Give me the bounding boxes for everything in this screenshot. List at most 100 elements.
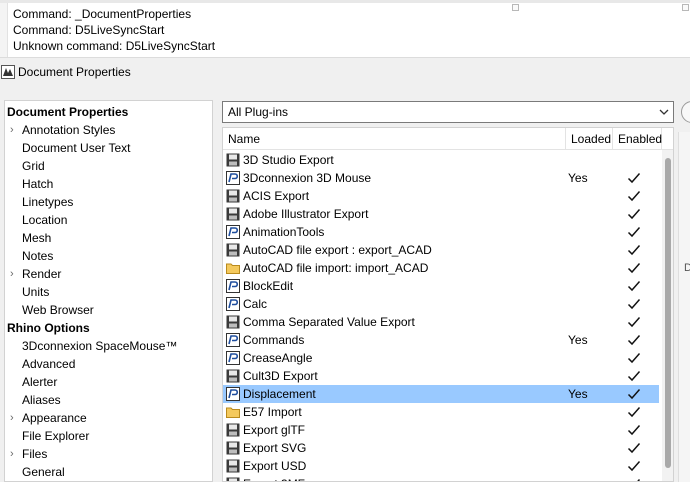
enabled-check-icon[interactable] xyxy=(627,226,641,238)
plugin-row[interactable]: Export SVG xyxy=(223,439,659,457)
tree-item[interactable]: Web Browser xyxy=(22,301,94,319)
window-box-icon[interactable] xyxy=(512,4,519,11)
enabled-check-icon[interactable] xyxy=(627,424,641,436)
tree-item[interactable]: General xyxy=(22,463,65,481)
plugin-row[interactable]: Displacement Yes xyxy=(223,385,659,403)
tree-item[interactable]: Document User Text xyxy=(22,139,131,157)
tree-item[interactable]: Appearance xyxy=(22,409,87,427)
plugin-row[interactable]: Cult3D Export xyxy=(223,367,659,385)
plugin-loaded-status: Yes xyxy=(568,171,588,185)
column-header-enabled[interactable]: Enabled xyxy=(613,128,662,150)
tree-item[interactable]: Notes xyxy=(22,247,53,265)
enabled-check-icon[interactable] xyxy=(627,370,641,382)
chevron-right-icon[interactable]: › xyxy=(10,409,19,427)
enabled-check-icon[interactable] xyxy=(627,406,641,418)
plugin-row[interactable]: 3D Studio Export xyxy=(223,151,659,169)
tree-item[interactable]: Location xyxy=(22,211,67,229)
plugin-row[interactable]: Adobe Illustrator Export xyxy=(223,205,659,223)
enabled-check-icon[interactable] xyxy=(627,244,641,256)
chevron-right-icon[interactable]: › xyxy=(10,445,19,463)
tree-section-heading[interactable]: Document Properties xyxy=(7,103,128,121)
plugin-loaded-status: Yes xyxy=(568,333,588,347)
command-history-line: Command: D5LiveSyncStart xyxy=(13,23,165,37)
plugin-row[interactable]: E57 Import xyxy=(223,403,659,421)
plugin-name: Calc xyxy=(243,297,268,311)
plugin-row[interactable]: Commands Yes xyxy=(223,331,659,349)
command-history-line: Unknown command: D5LiveSyncStart xyxy=(13,39,216,53)
disk-icon xyxy=(226,153,240,167)
plugin-list[interactable]: Name Loaded Enabled 3D Studio Export 3Dco… xyxy=(222,127,674,482)
column-header-name[interactable]: Name xyxy=(223,128,566,150)
column-header-loaded[interactable]: Loaded xyxy=(566,128,613,150)
search-button[interactable] xyxy=(681,101,690,123)
tree-item[interactable]: Linetypes xyxy=(22,193,73,211)
tree-item[interactable]: Render xyxy=(22,265,61,283)
plugin-row[interactable]: AnimationTools xyxy=(223,223,659,241)
tree-item[interactable]: Annotation Styles xyxy=(22,121,115,139)
plugin-row[interactable]: Calc xyxy=(223,295,659,313)
plugin-row[interactable]: AutoCAD file export : export_ACAD xyxy=(223,241,659,259)
tree-item[interactable]: Mesh xyxy=(22,229,51,247)
plugin-list-scrollbar-thumb[interactable] xyxy=(665,158,671,468)
plugin-name: Export SVG xyxy=(243,441,307,455)
window-box-icon[interactable] xyxy=(682,4,689,11)
details-panel-label-fragment: D xyxy=(684,262,690,274)
plugin-row[interactable]: Export 3MF xyxy=(223,475,659,482)
enabled-check-icon[interactable] xyxy=(627,172,641,184)
plugin-icon xyxy=(226,225,240,239)
command-history-line: Command: _DocumentProperties xyxy=(13,7,192,21)
tree-item[interactable]: 3Dconnexion SpaceMouse™ xyxy=(22,337,177,355)
plugin-filter-dropdown[interactable]: All Plug-ins xyxy=(222,101,674,123)
tree-item[interactable]: Units xyxy=(22,283,49,301)
tree-item[interactable]: Grid xyxy=(22,157,45,175)
document-properties-titlebar: Document Properties xyxy=(0,58,690,88)
plugin-row[interactable]: Comma Separated Value Export xyxy=(223,313,659,331)
plugin-name: AutoCAD file export : export_ACAD xyxy=(243,243,432,257)
plugin-list-header: Name Loaded Enabled xyxy=(223,128,673,150)
plugin-icon xyxy=(226,171,240,185)
tree-item[interactable]: Alerter xyxy=(22,373,57,391)
plugin-row[interactable]: 3Dconnexion 3D Mouse Yes xyxy=(223,169,659,187)
enabled-check-icon[interactable] xyxy=(627,442,641,454)
chevron-right-icon[interactable]: › xyxy=(10,265,19,283)
disk-icon xyxy=(226,189,240,203)
enabled-check-icon[interactable] xyxy=(627,478,641,482)
plugin-name: Export USD xyxy=(243,459,307,473)
properties-tree[interactable]: Document Properties › Annotation Styles Doc… xyxy=(4,100,213,482)
disk-icon xyxy=(226,369,240,383)
tree-section-heading[interactable]: Rhino Options xyxy=(7,319,90,337)
enabled-check-icon[interactable] xyxy=(627,334,641,346)
enabled-check-icon[interactable] xyxy=(627,280,641,292)
enabled-check-icon[interactable] xyxy=(627,190,641,202)
plugin-name: Comma Separated Value Export xyxy=(243,315,415,329)
enabled-check-icon[interactable] xyxy=(627,316,641,328)
command-history-top-edge xyxy=(0,0,690,3)
plugin-row[interactable]: Export USD xyxy=(223,457,659,475)
tree-item[interactable]: Aliases xyxy=(22,391,61,409)
plugin-name: Export 3MF xyxy=(243,475,305,481)
chevron-right-icon[interactable]: › xyxy=(10,121,19,139)
tree-item[interactable]: Hatch xyxy=(22,175,53,193)
enabled-check-icon[interactable] xyxy=(627,352,641,364)
plugin-row[interactable]: Export glTF xyxy=(223,421,659,439)
enabled-check-icon[interactable] xyxy=(627,262,641,274)
plugin-row[interactable]: CreaseAngle xyxy=(223,349,659,367)
plugin-row[interactable]: AutoCAD file import: import_ACAD xyxy=(223,259,659,277)
plugin-row[interactable]: ACIS Export xyxy=(223,187,659,205)
tree-item[interactable]: Files xyxy=(22,445,47,463)
dialog-title: Document Properties xyxy=(18,65,131,79)
plugin-name: AnimationTools xyxy=(243,225,325,239)
plugin-icon xyxy=(226,387,240,401)
plugin-name: Cult3D Export xyxy=(243,369,318,383)
plugin-name: Adobe Illustrator Export xyxy=(243,207,369,221)
enabled-check-icon[interactable] xyxy=(627,460,641,472)
tree-item[interactable]: File Explorer xyxy=(22,427,89,445)
plugin-name: 3Dconnexion 3D Mouse xyxy=(243,171,372,185)
plugin-row[interactable]: BlockEdit xyxy=(223,277,659,295)
enabled-check-icon[interactable] xyxy=(627,388,641,400)
enabled-check-icon[interactable] xyxy=(627,298,641,310)
enabled-check-icon[interactable] xyxy=(627,208,641,220)
plugin-loaded-status: Yes xyxy=(568,387,588,401)
plugin-name: Export glTF xyxy=(243,423,306,437)
tree-item[interactable]: Advanced xyxy=(22,355,75,373)
